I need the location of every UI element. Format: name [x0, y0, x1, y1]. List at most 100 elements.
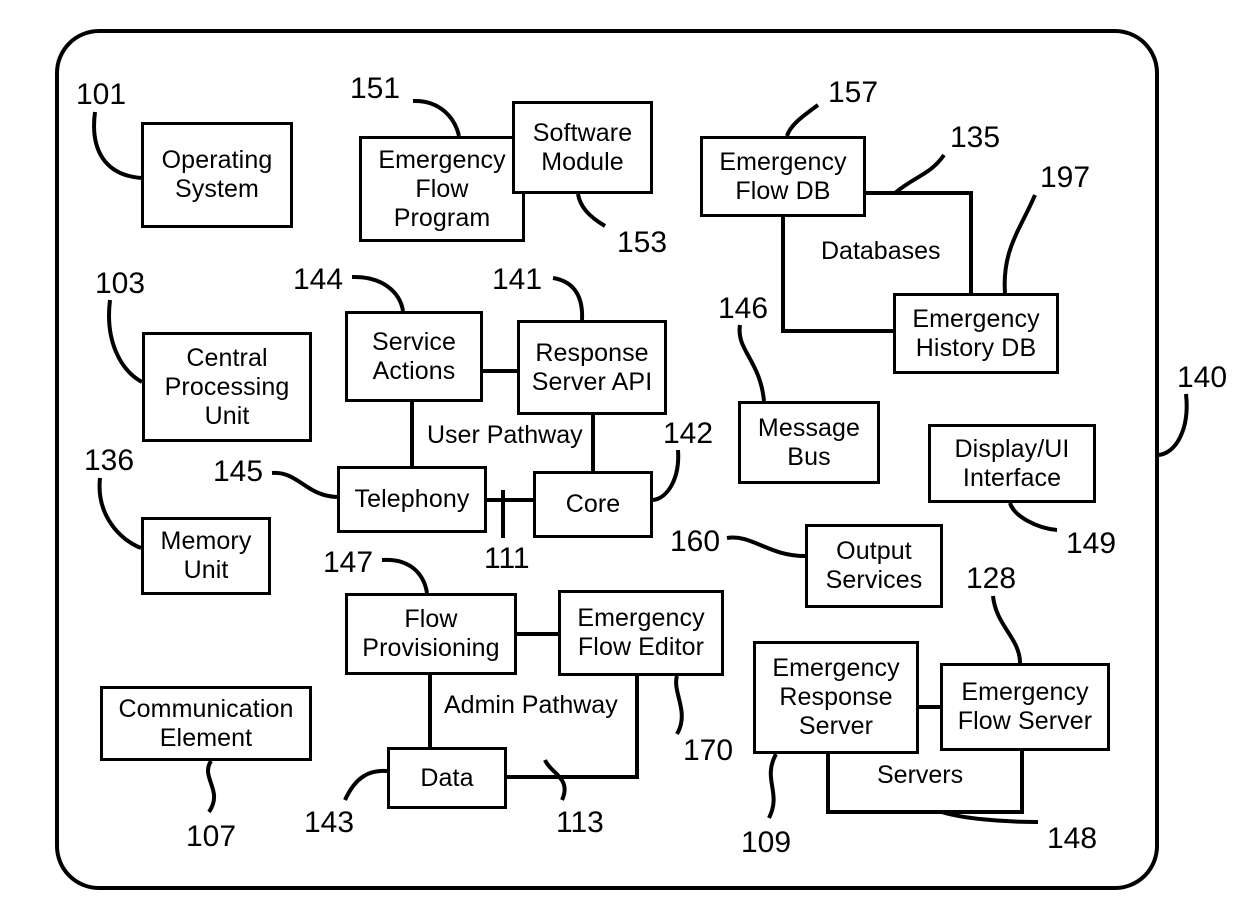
node-label-line: Output	[836, 537, 912, 565]
reference-numeral-136: 136	[84, 444, 135, 477]
node-label-line: Processing	[164, 372, 290, 401]
reference-numeral-145: 145	[213, 455, 264, 488]
node-emergency-history-db[interactable]: Emergency History DB	[893, 293, 1059, 374]
reference-numeral-103: 103	[95, 267, 146, 300]
node-label-line: Flow	[404, 605, 458, 633]
reference-numeral-153: 153	[617, 226, 668, 259]
node-data[interactable]: Data	[387, 747, 507, 809]
node-label-line: Flow DB	[735, 176, 831, 205]
leader-113	[543, 759, 567, 801]
node-message-bus[interactable]: Message Bus	[738, 401, 880, 484]
reference-numeral-160: 160	[670, 525, 721, 558]
node-emergency-flow-editor[interactable]: Emergency Flow Editor	[558, 590, 724, 676]
node-label-line: Memory	[160, 527, 252, 555]
leader-149	[1008, 502, 1058, 532]
node-label-line: Display/UI	[954, 434, 1070, 463]
node-service-actions[interactable]: Service Actions	[345, 311, 483, 402]
node-emergency-flow-program[interactable]: Emergency Flow Program	[359, 136, 525, 242]
patent-figure-canvas: Databases User Pathway Admin Pathway Ser…	[0, 0, 1240, 919]
reference-numeral-146: 146	[718, 292, 769, 325]
node-display-ui-interface[interactable]: Display/UI Interface	[928, 424, 1096, 503]
node-label-line: Telephony	[354, 485, 470, 513]
reference-numeral-170: 170	[683, 734, 734, 767]
node-label-line: Flow	[415, 174, 469, 203]
reference-numeral-197: 197	[1040, 161, 1091, 194]
leader-101	[92, 111, 142, 180]
reference-numeral-148: 148	[1047, 822, 1098, 855]
reference-numeral-157: 157	[828, 76, 879, 109]
node-emergency-flow-db[interactable]: Emergency Flow DB	[700, 136, 866, 217]
leader-147	[381, 557, 429, 594]
reference-numeral-109: 109	[741, 826, 792, 859]
reference-numeral-111: 111	[484, 542, 530, 575]
leader-140	[1156, 393, 1189, 457]
leader-107	[206, 759, 217, 814]
node-label-line: Actions	[372, 356, 456, 385]
reference-numeral-140: 140	[1177, 361, 1228, 394]
leader-145	[271, 470, 338, 499]
node-response-server-api[interactable]: Response Server API	[517, 320, 667, 415]
node-label-line: Unit	[183, 556, 229, 584]
reference-numeral-147: 147	[323, 546, 374, 579]
node-label-line: Response	[535, 338, 649, 367]
node-label-line: Program	[393, 203, 491, 232]
node-label-line: Bus	[787, 442, 831, 471]
node-label-line: Provisioning	[362, 634, 500, 662]
leader-144	[351, 274, 405, 312]
leader-146	[737, 324, 766, 402]
node-label-line: Response	[779, 683, 893, 711]
leader-153	[576, 193, 607, 228]
node-label-line: Interface	[962, 463, 1062, 492]
node-core[interactable]: Core	[533, 471, 653, 538]
node-label-line: Service	[371, 327, 457, 356]
node-operating-system[interactable]: Operating System	[141, 122, 293, 228]
node-label-line: Data	[420, 763, 474, 792]
node-label-line: Unit	[204, 401, 250, 430]
node-label-line: Element	[159, 723, 253, 752]
node-label-line: Emergency	[772, 654, 900, 682]
leader-136	[97, 477, 142, 550]
node-label-line: Emergency	[961, 678, 1089, 706]
node-label-line: Operating	[161, 146, 273, 174]
reference-numeral-142: 142	[663, 417, 714, 450]
reference-numeral-151: 151	[350, 72, 401, 105]
node-telephony[interactable]: Telephony	[337, 466, 487, 533]
group-label-user-pathway: User Pathway	[424, 421, 586, 450]
node-emergency-response-server[interactable]: Emergency Response Server	[753, 641, 919, 754]
leader-142	[652, 449, 681, 502]
reference-numeral-149: 149	[1066, 527, 1117, 560]
node-label-line: Emergency	[719, 147, 847, 176]
node-flow-provisioning[interactable]: Flow Provisioning	[345, 593, 517, 675]
node-communication-element[interactable]: Communication Element	[100, 686, 312, 761]
reference-numeral-143: 143	[304, 806, 355, 839]
node-software-module[interactable]: Software Module	[512, 101, 653, 194]
reference-numeral-128: 128	[966, 562, 1017, 595]
group-label-admin-pathway: Admin Pathway	[441, 691, 621, 720]
leader-128	[991, 595, 1022, 664]
leader-135	[893, 153, 946, 195]
reference-numeral-144: 144	[293, 263, 344, 296]
node-output-services[interactable]: Output Services	[805, 524, 943, 608]
group-label-databases: Databases	[818, 237, 944, 266]
leader-141	[552, 276, 585, 321]
node-label-line: Software	[532, 118, 633, 147]
node-label-line: Services	[825, 566, 923, 594]
node-memory-unit[interactable]: Memory Unit	[141, 517, 271, 595]
reference-numeral-101: 101	[76, 78, 127, 111]
node-central-processing-unit[interactable]: Central Processing Unit	[142, 332, 312, 442]
node-label-line: Module	[541, 147, 624, 176]
leader-103	[107, 299, 144, 384]
node-label-line: Message	[757, 413, 861, 442]
node-label-line: Server	[798, 712, 874, 740]
node-label-line: History DB	[915, 333, 1037, 362]
node-label-line: Flow Server	[957, 707, 1093, 735]
leader-157	[785, 103, 820, 137]
reference-numeral-107: 107	[186, 820, 237, 853]
leader-143	[343, 768, 388, 801]
leader-109	[767, 753, 778, 819]
node-emergency-flow-server[interactable]: Emergency Flow Server	[940, 663, 1110, 751]
leader-151	[412, 98, 461, 137]
reference-numeral-113: 113	[556, 806, 604, 839]
node-label-line: Emergency	[912, 304, 1040, 333]
node-label-line: Emergency	[378, 145, 506, 174]
